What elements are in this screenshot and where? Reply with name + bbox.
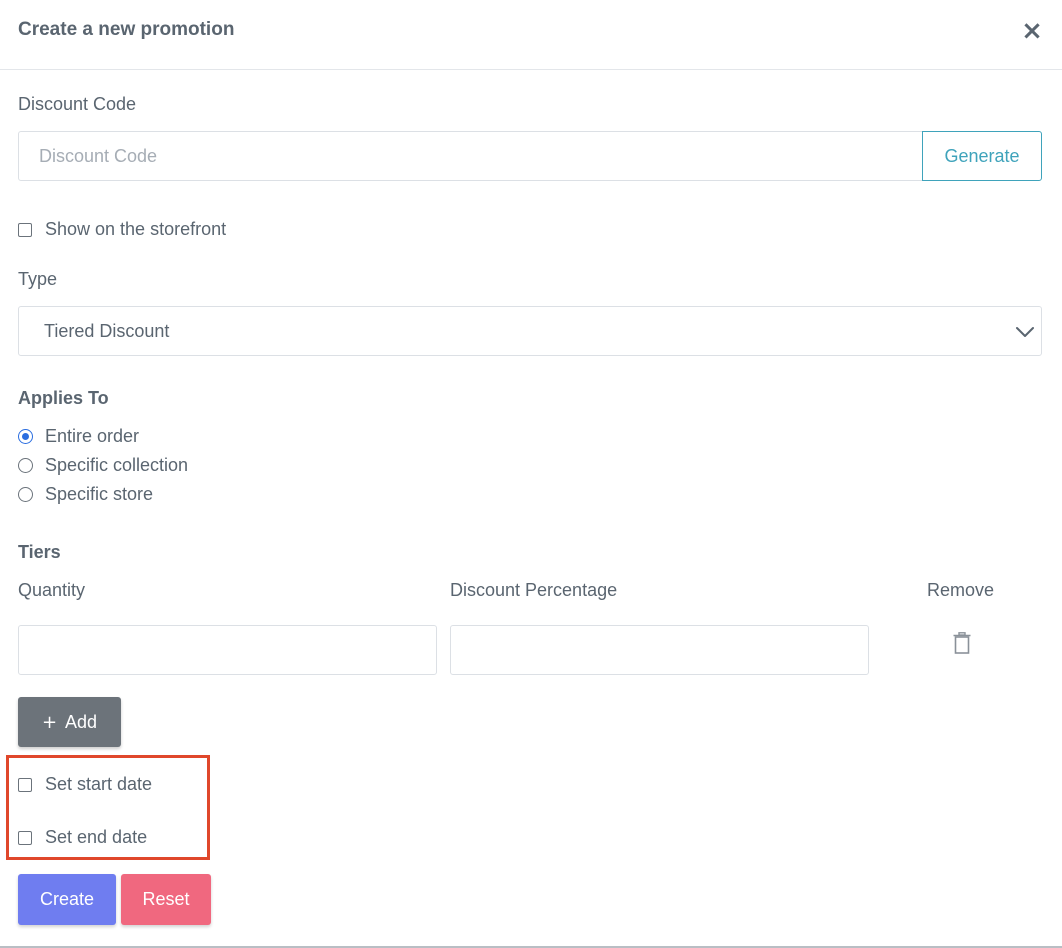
- start-date-option[interactable]: Set start date: [18, 774, 152, 795]
- modal-header: Create a new promotion ×: [0, 0, 1062, 70]
- discount-percentage-column-header: Discount Percentage: [450, 580, 618, 600]
- entire-order-label: Entire order: [45, 426, 140, 446]
- discount-code-label: Discount Code: [18, 94, 137, 114]
- applies-to-label: Applies To: [18, 388, 109, 408]
- storefront-checkbox[interactable]: [18, 222, 32, 237]
- plus-icon: +: [41, 711, 58, 733]
- tier-discount-percentage-input[interactable]: [450, 625, 869, 675]
- specific-collection-radio[interactable]: [18, 458, 33, 473]
- remove-column-header: Remove: [927, 580, 995, 600]
- type-select-value: Tiered Discount: [44, 321, 170, 341]
- tier-quantity-input[interactable]: [18, 625, 437, 675]
- modal-title: Create a new promotion: [18, 19, 235, 40]
- end-date-checkbox[interactable]: [18, 830, 32, 845]
- tiers-label: Tiers: [18, 542, 61, 562]
- end-date-option[interactable]: Set end date: [18, 827, 147, 848]
- promotion-modal: Create a new promotion × Discount Code G…: [0, 0, 1062, 948]
- applies-option-specific-store[interactable]: Specific store: [18, 484, 153, 505]
- add-tier-label: Add: [65, 711, 98, 732]
- discount-code-input[interactable]: [18, 131, 923, 181]
- storefront-option[interactable]: Show on the storefront: [18, 219, 226, 240]
- reset-button[interactable]: Reset: [121, 874, 211, 925]
- applies-option-entire-order[interactable]: Entire order: [18, 426, 139, 447]
- start-date-checkbox[interactable]: [18, 777, 32, 792]
- close-button[interactable]: ×: [1020, 18, 1044, 44]
- create-button[interactable]: Create: [18, 874, 116, 925]
- quantity-column-header: Quantity: [18, 580, 86, 600]
- applies-option-specific-collection[interactable]: Specific collection: [18, 455, 188, 476]
- chevron-down-icon: [1016, 327, 1034, 337]
- storefront-label: Show on the storefront: [45, 219, 227, 239]
- type-label: Type: [18, 269, 58, 289]
- start-date-label: Set start date: [45, 774, 153, 794]
- specific-store-radio[interactable]: [18, 487, 33, 502]
- generate-button[interactable]: Generate: [922, 131, 1042, 181]
- entire-order-radio[interactable]: [18, 429, 33, 444]
- specific-store-label: Specific store: [45, 484, 154, 504]
- specific-collection-label: Specific collection: [45, 455, 189, 475]
- type-select[interactable]: Tiered Discount: [18, 306, 1042, 356]
- trash-icon[interactable]: [953, 632, 971, 654]
- add-tier-button[interactable]: + Add: [18, 697, 121, 747]
- end-date-label: Set end date: [45, 827, 148, 847]
